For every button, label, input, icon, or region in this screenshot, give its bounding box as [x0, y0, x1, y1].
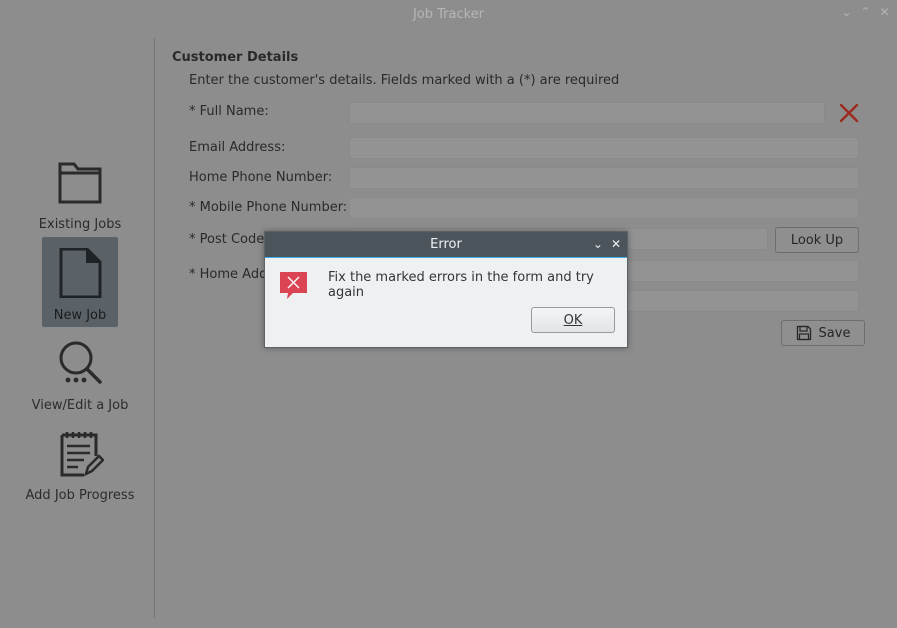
- sidebar-item-add-job-progress[interactable]: Add Job Progress: [0, 430, 160, 503]
- close-window-button[interactable]: ✕: [878, 5, 891, 19]
- window-title: Job Tracker: [412, 6, 485, 22]
- sidebar-item-new-job[interactable]: New Job: [0, 248, 160, 323]
- dialog-close-button[interactable]: ✕: [611, 237, 621, 251]
- full-name-label: * Full Name:: [189, 104, 269, 119]
- sidebar-item-existing-jobs[interactable]: Existing Jobs: [0, 158, 160, 232]
- dialog-message: Fix the marked errors in the form and tr…: [328, 270, 594, 300]
- form-title: Customer Details: [172, 50, 299, 65]
- folder-icon: [58, 162, 102, 204]
- sidebar-item-label: Existing Jobs: [38, 217, 122, 232]
- mobile-phone-label: * Mobile Phone Number:: [189, 200, 348, 215]
- sidebar-divider: [154, 38, 155, 618]
- form-instructions: Enter the customer's details. Fields mar…: [189, 73, 620, 88]
- dialog-title: Error: [430, 237, 462, 252]
- ok-button[interactable]: OK: [531, 307, 615, 333]
- error-icon: [280, 272, 307, 299]
- save-button-label: Save: [818, 325, 851, 341]
- look-up-button[interactable]: Look Up: [775, 227, 859, 253]
- email-label: Email Address:: [189, 140, 286, 155]
- sidebar-item-label: View/Edit a Job: [31, 398, 129, 413]
- save-icon: [796, 325, 811, 341]
- post-code-label: * Post Code:: [189, 232, 269, 247]
- full-name-input[interactable]: [349, 102, 825, 124]
- home-address-label: * Home Add: [189, 267, 268, 282]
- home-phone-label: Home Phone Number:: [189, 170, 333, 185]
- sidebar-item-view-edit-job[interactable]: View/Edit a Job: [0, 340, 160, 413]
- sidebar-item-label: Add Job Progress: [25, 488, 135, 503]
- dialog-menu-button[interactable]: ⌄: [593, 237, 603, 251]
- email-input[interactable]: [349, 137, 859, 159]
- search-icon: [59, 341, 102, 384]
- maximize-button[interactable]: ⌃: [859, 5, 872, 19]
- window-controls: ⌄ ⌃ ✕: [840, 5, 891, 19]
- save-button[interactable]: Save: [781, 320, 865, 346]
- home-phone-input[interactable]: [349, 167, 859, 189]
- document-icon: [59, 248, 102, 298]
- dialog-title-bar: Error ⌄ ✕: [265, 232, 627, 258]
- mobile-phone-input[interactable]: [349, 197, 859, 219]
- dialog-controls: ⌄ ✕: [593, 237, 621, 251]
- sidebar: Existing Jobs New Job View/Edit a Job Ad…: [0, 0, 155, 628]
- notepad-edit-icon: [60, 432, 104, 477]
- minimize-button[interactable]: ⌄: [840, 5, 853, 19]
- sidebar-item-label: New Job: [53, 308, 107, 323]
- error-dialog: Error ⌄ ✕ Fix the marked errors in the f…: [264, 231, 628, 348]
- error-mark-icon: [839, 103, 859, 123]
